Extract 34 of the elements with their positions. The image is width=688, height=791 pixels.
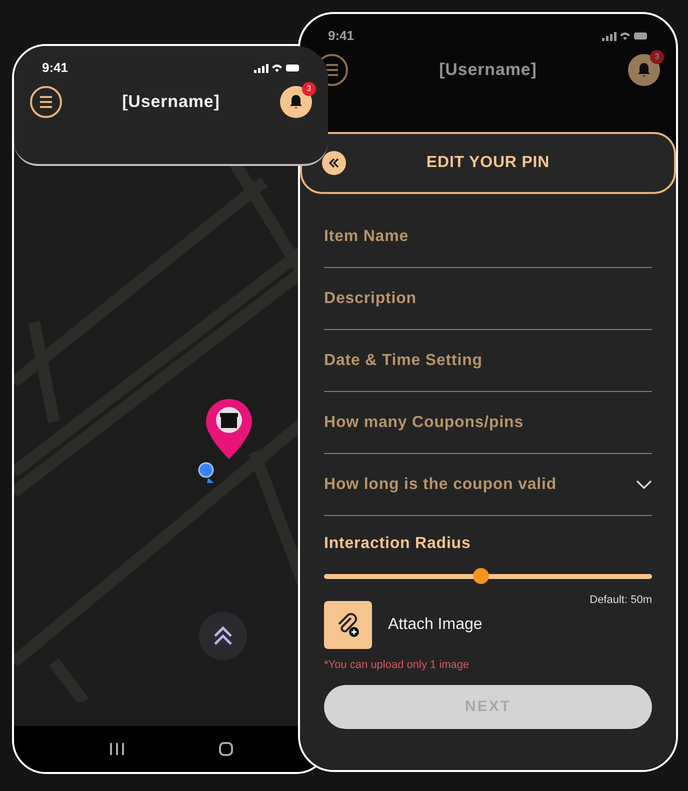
menu-icon: [39, 96, 53, 108]
menu-button[interactable]: [30, 86, 62, 118]
double-chevron-left-icon: [328, 157, 340, 169]
dropdown-field[interactable]: How long is the coupon valid: [324, 472, 636, 496]
home-icon[interactable]: [218, 741, 234, 757]
radius-slider[interactable]: [324, 568, 652, 584]
radius-label: Interaction Radius: [324, 534, 472, 554]
radius-default-text: Default: 50m: [590, 593, 652, 608]
menu-icon: [325, 64, 339, 76]
expand-up-button[interactable]: [199, 612, 247, 660]
upload-limit-note: *You can upload only 1 image: [324, 658, 470, 672]
slider-thumb[interactable]: [473, 568, 490, 584]
bell-icon: [636, 62, 652, 78]
recent-apps-icon[interactable]: [108, 742, 124, 756]
status-icons: [254, 62, 300, 73]
location-dot-icon: [198, 462, 216, 484]
input-field[interactable]: Date & Time Setting: [324, 348, 652, 372]
sheet-title: EDIT YOUR PIN: [425, 153, 551, 173]
back-button[interactable]: [322, 151, 346, 175]
double-chevron-up-icon: [212, 625, 234, 647]
status-icons: [602, 30, 648, 41]
bell-icon: [288, 94, 304, 110]
input-field[interactable]: Item Name: [324, 224, 652, 248]
username-title: [Username]: [122, 90, 220, 113]
notification-badge: 3: [302, 82, 316, 96]
attach-image-label: Attach Image: [388, 614, 482, 634]
input-field[interactable]: How many Coupons/pins: [324, 410, 652, 434]
notification-badge: 3: [650, 50, 664, 64]
status-time: 9:41: [328, 27, 354, 45]
input-field[interactable]: Description: [324, 286, 652, 310]
chevron-down-icon: [636, 480, 652, 490]
attach-image-button[interactable]: [324, 600, 372, 648]
username-title: [Username]: [439, 58, 537, 81]
status-time: 9:41: [42, 59, 68, 77]
